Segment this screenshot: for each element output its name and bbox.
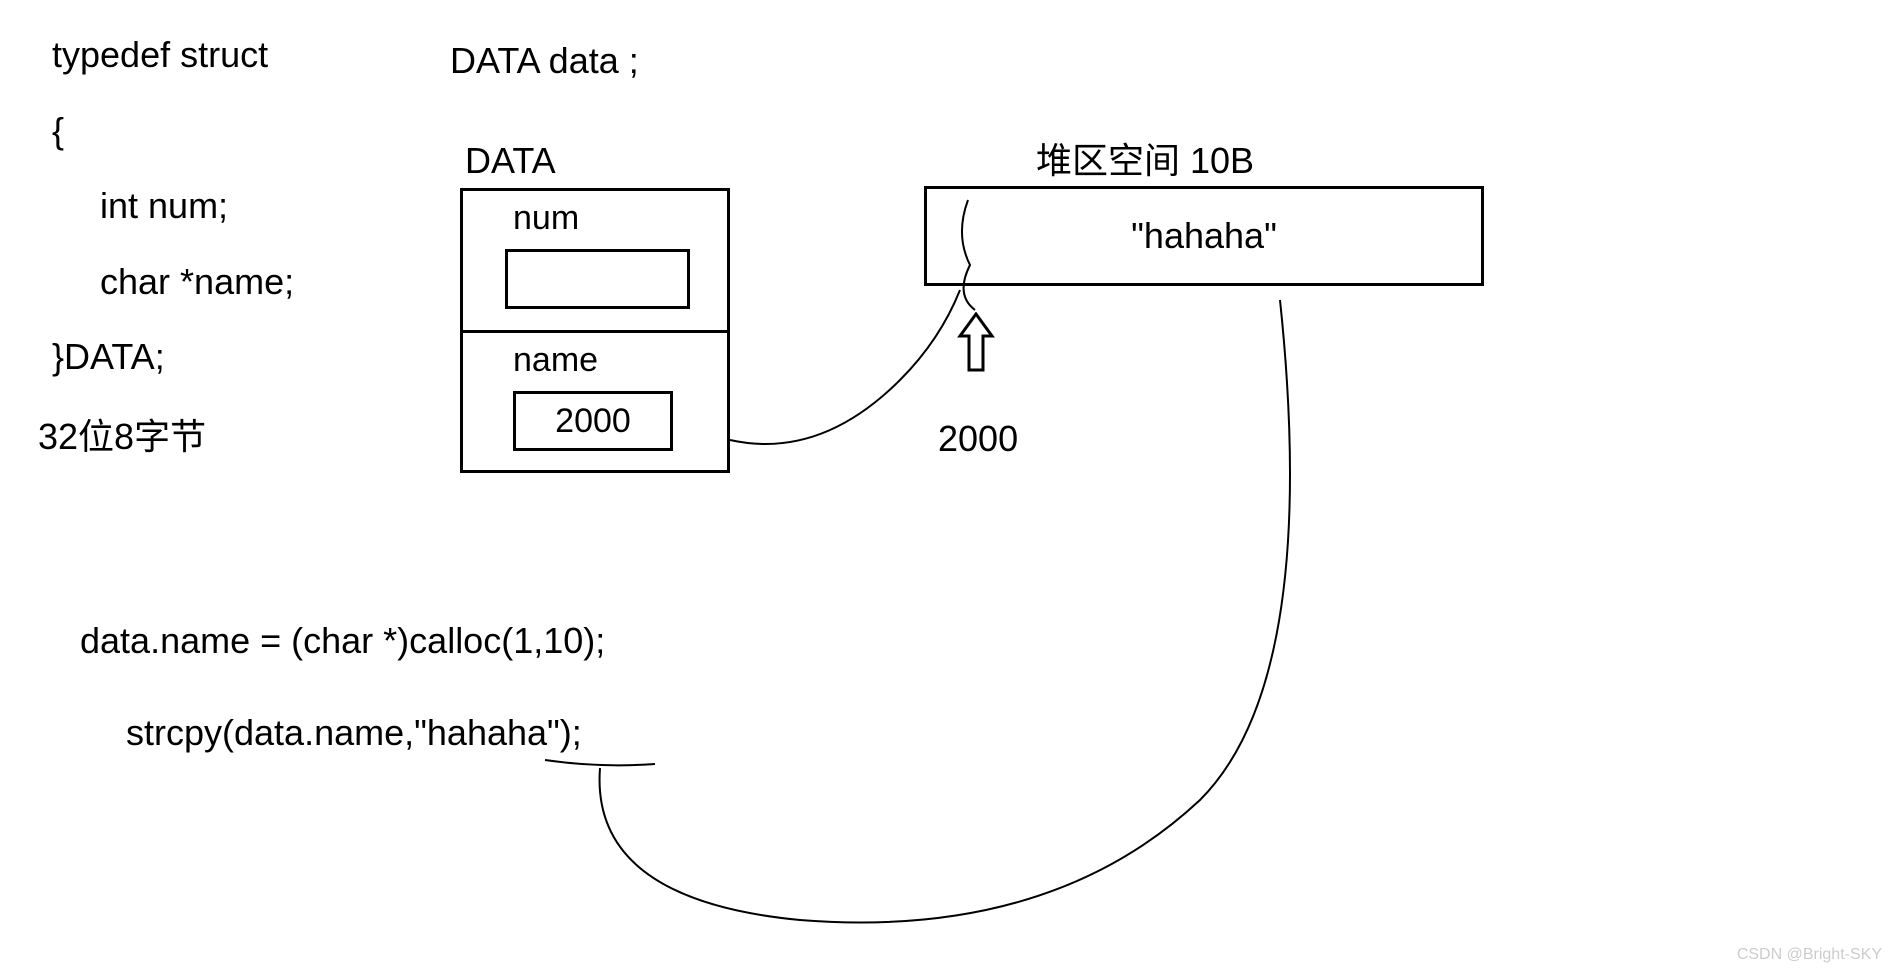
struct-definition: typedef struct { int num; char *name; }D…: [52, 26, 294, 404]
heap-address: 2000: [938, 418, 1018, 460]
strcpy-statement: strcpy(data.name,"hahaha");: [126, 712, 582, 754]
variable-declaration: DATA data ;: [450, 40, 639, 82]
struct-box: num name 2000: [460, 188, 730, 473]
code-line-2: {: [52, 102, 294, 160]
arrow-up-icon: [956, 312, 996, 383]
struct-field-name: name 2000: [463, 333, 727, 476]
code-line-1: typedef struct: [52, 26, 294, 84]
heap-label: 堆区空间 10B: [1036, 132, 1254, 184]
struct-field-num: num: [463, 191, 727, 333]
num-value-box: [505, 249, 690, 309]
size-note: 32位8字节: [38, 408, 206, 460]
code-line-4: char *name;: [52, 253, 294, 311]
struct-box-label: DATA: [465, 140, 556, 182]
calloc-statement: data.name = (char *)calloc(1,10);: [80, 620, 605, 662]
heap-box: "hahaha": [924, 186, 1484, 286]
num-label: num: [513, 199, 579, 238]
code-line-5: }DATA;: [52, 328, 294, 386]
name-label: name: [513, 341, 598, 380]
watermark: CSDN @Bright-SKY: [1737, 946, 1882, 964]
name-value-box: 2000: [513, 391, 673, 451]
code-line-3: int num;: [52, 177, 294, 235]
